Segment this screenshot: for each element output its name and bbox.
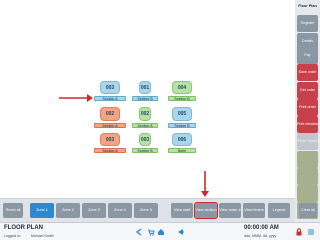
bottom-toolbar: Reset all Zone 1 Zone 2 Zone 3 Zone 4 Zo… (0, 198, 317, 222)
register-button[interactable]: Register (297, 15, 318, 32)
table-card[interactable]: 001 (139, 81, 151, 94)
home-icon[interactable] (156, 227, 165, 236)
annotation-arrow-right (59, 94, 93, 102)
tab-zone-4[interactable]: Zone 4 (108, 203, 132, 218)
clock-time: 00:00:00 AM (244, 225, 279, 231)
table-number: 005 (177, 111, 187, 117)
tab-zone-3[interactable]: Zone 3 (82, 203, 106, 218)
table-number: 003 (105, 136, 115, 143)
user-name: Michael Smith (31, 234, 54, 238)
lock-icon[interactable] (294, 227, 303, 236)
pay-button[interactable]: Pay (297, 47, 318, 64)
page-title: FLOOR PLAN (4, 225, 43, 231)
floor-plan-area: 003 Section A 001 Section B 004 Section … (0, 0, 295, 198)
table-card[interactable]: 006 (172, 133, 192, 146)
table-number: 002 (140, 111, 150, 117)
legend-button[interactable]: Legend (268, 203, 290, 218)
table-section-label: Section B (132, 96, 158, 101)
table-number: 004 (177, 84, 187, 91)
menu-icon[interactable] (306, 227, 315, 236)
clock-date: ddd, MMM. dd, yyyy (244, 234, 277, 238)
table-number: 003 (105, 84, 115, 91)
logged-in-label: Logged In: (4, 234, 21, 238)
table-section-label: Section A (94, 96, 126, 101)
table-card[interactable]: 002 (100, 107, 120, 121)
table-section-label: Section A (94, 148, 126, 153)
annotation-arrow-down (201, 171, 209, 197)
table-section-label: Section A (94, 123, 126, 128)
tab-zone-1[interactable]: Zone 1 (30, 203, 54, 218)
view-order-button[interactable]: View order # (219, 203, 241, 218)
sidebar-title: Floor Plan (298, 4, 317, 8)
reset-all-button[interactable]: Reset all (3, 203, 23, 218)
clear-all-button[interactable]: Clear all (299, 203, 317, 218)
table-card[interactable]: 003 (100, 133, 120, 146)
table-card[interactable]: 002 (139, 107, 151, 121)
table-section-label: Section A (132, 123, 158, 128)
get-order-button[interactable]: Get order (297, 82, 318, 99)
right-sidebar: Floor Plan Register Details Pay Save ord… (295, 0, 320, 222)
sidebar-blank-button[interactable] (297, 151, 318, 168)
table-section-label: Section B (168, 96, 196, 101)
status-bar: FLOOR PLAN Logged In: Michael Smith 00:0… (0, 222, 320, 240)
back-icon[interactable] (134, 227, 143, 236)
view-staff-button[interactable]: View staff (171, 203, 193, 218)
final-tickets-button[interactable]: Final Tickets (297, 133, 318, 150)
table-number: 001 (140, 84, 150, 91)
tab-zone-2[interactable]: Zone 2 (56, 203, 80, 218)
table-section-label: Section B (168, 123, 196, 128)
print-order-button[interactable]: Print order (297, 99, 318, 116)
table-section-label: Section B (132, 148, 158, 153)
table-number: 006 (177, 136, 187, 143)
table-section-label: None (168, 148, 196, 153)
table-card[interactable]: 003 (139, 133, 151, 146)
table-number: 003 (140, 136, 150, 143)
table-card[interactable]: 005 (172, 107, 192, 121)
table-number: 002 (105, 111, 115, 117)
tab-zone-5[interactable]: Zone 5 (134, 203, 158, 218)
sidebar-blank-button[interactable] (297, 185, 318, 202)
print-minutes-button[interactable]: Print minutes (297, 116, 318, 133)
view-timers-button[interactable]: View timers (243, 203, 265, 218)
cart-icon[interactable] (146, 227, 155, 236)
table-card[interactable]: 004 (172, 81, 192, 94)
share-icon[interactable] (176, 227, 185, 236)
sidebar-blank-button[interactable] (297, 168, 318, 185)
save-order-button[interactable]: Save order (297, 64, 318, 81)
table-card[interactable]: 003 (100, 81, 120, 94)
view-section-button[interactable]: View section (194, 202, 218, 219)
